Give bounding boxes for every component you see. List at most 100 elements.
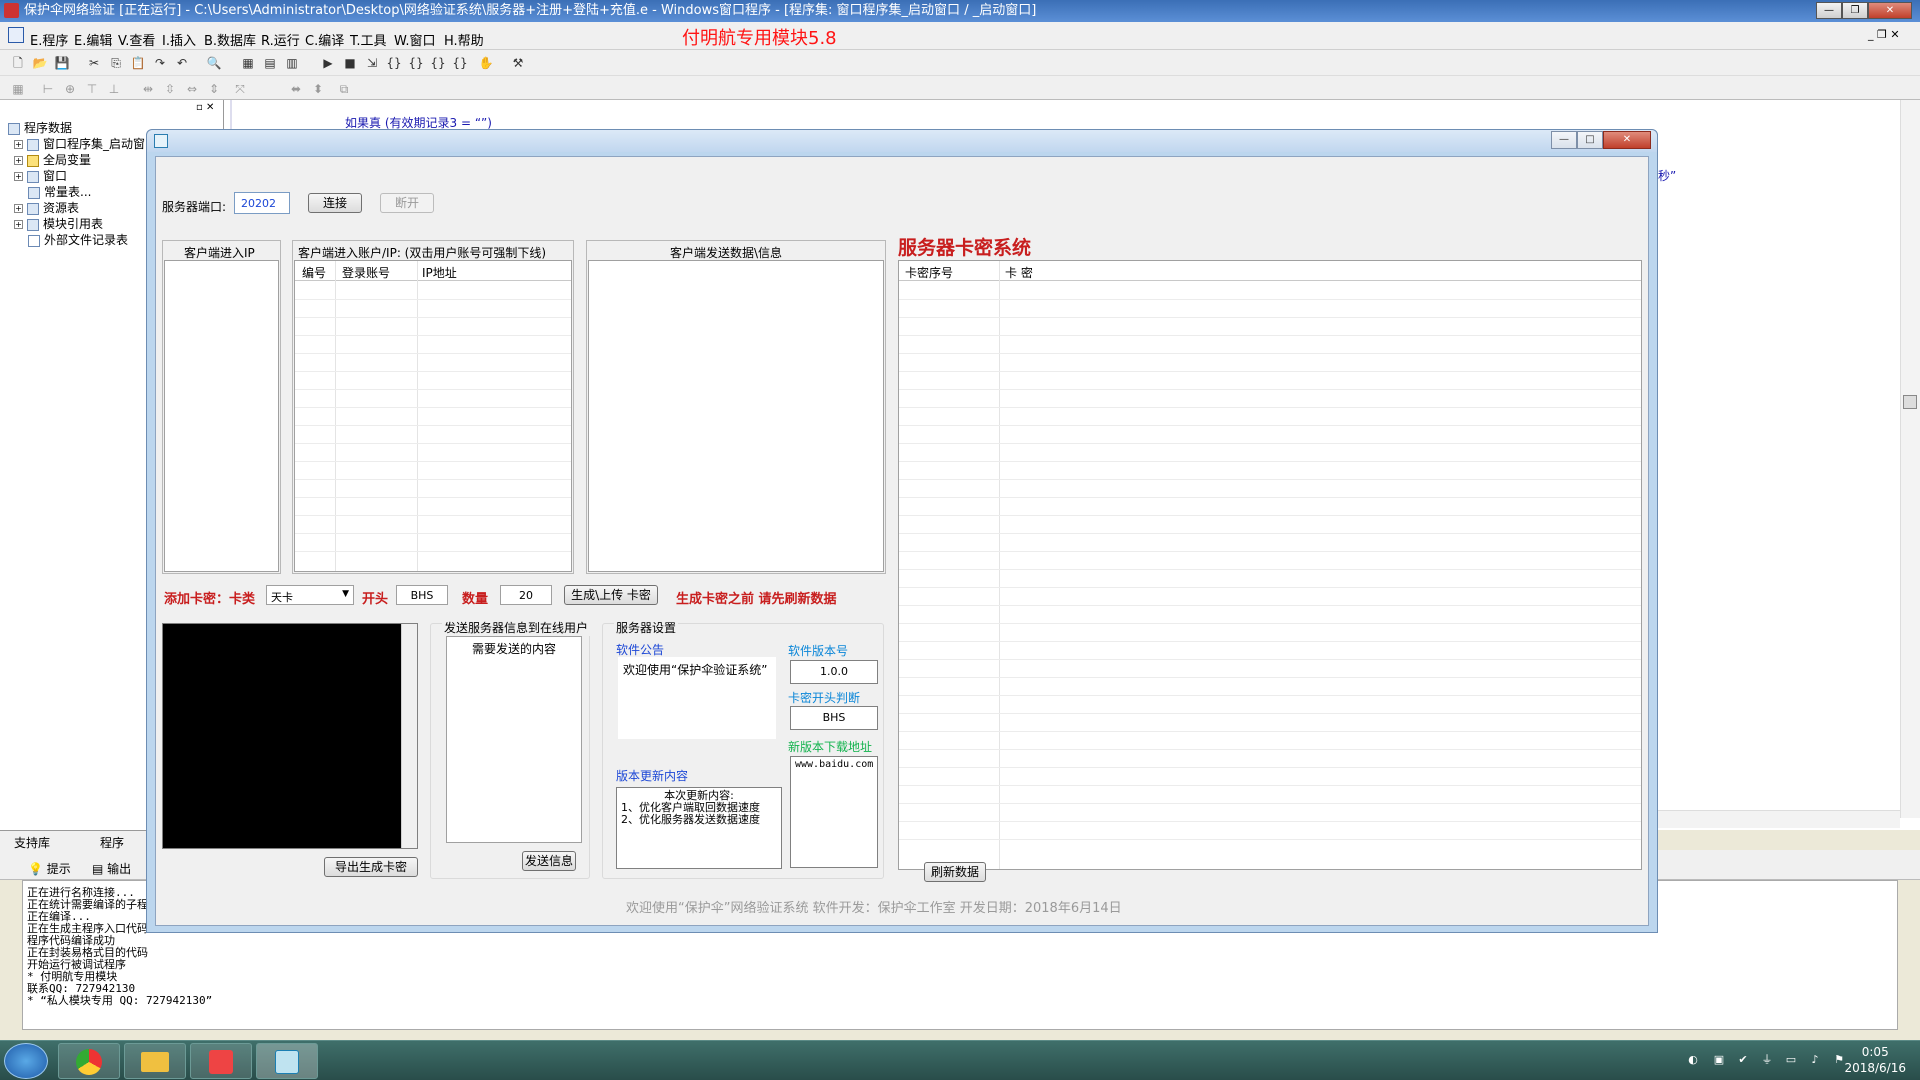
update-content-box[interactable]: 本次更新内容: 1、优化客户端取回数据速度 2、优化服务器发送数据速度 [616, 787, 782, 869]
save-icon[interactable]: 💾 [54, 55, 70, 71]
new-icon[interactable]: 🗋 [10, 55, 26, 71]
space-h-icon[interactable]: ⇹ [140, 81, 156, 97]
step-into-icon[interactable]: {} [386, 55, 402, 71]
ide-minimize-button[interactable]: — [1816, 2, 1842, 19]
col-account[interactable]: 登录账号 [342, 264, 390, 281]
taskbar-explorer[interactable] [124, 1043, 186, 1079]
menu-database[interactable]: B.数据库 [204, 30, 256, 49]
align-bottom-icon[interactable]: ⊥ [106, 81, 122, 97]
card-grid[interactable]: 卡密序号 卡 密 [898, 260, 1642, 870]
run-icon[interactable]: ▶ [320, 55, 336, 71]
ide-restore-button[interactable]: ❐ [1842, 2, 1868, 19]
menu-window[interactable]: W.窗口 [394, 30, 436, 49]
tab-output[interactable]: ▤ 输出 [92, 860, 131, 877]
prefix-input[interactable]: BHS [396, 585, 448, 605]
copy-icon[interactable]: ⎘ [108, 55, 124, 71]
align-grid-icon[interactable]: ▦ [10, 81, 26, 97]
tree-item-external-files[interactable]: 外部文件记录表 [28, 232, 128, 248]
notice-input[interactable]: 欢迎使用“保护伞验证系统” [618, 657, 776, 739]
tree-item-resources[interactable]: + 资源表 [14, 200, 79, 216]
tool-icon[interactable]: ⚒ [510, 55, 526, 71]
dialog-maximize-button[interactable]: □ [1577, 131, 1603, 149]
center-h-icon[interactable]: ⬌ [288, 81, 304, 97]
tab-program[interactable]: 程序 [100, 834, 124, 851]
client-accounts-grid[interactable]: 编号 登录账号 IP地址 [294, 260, 572, 572]
order-icon[interactable]: ⧉ [336, 81, 352, 97]
align-left-icon[interactable]: ⊢ [40, 81, 56, 97]
tree-item-constants[interactable]: 常量表... [28, 184, 91, 200]
cut-icon[interactable]: ✂ [86, 55, 102, 71]
menu-tools[interactable]: T.工具 [350, 30, 387, 49]
tree-item-modules[interactable]: + 模块引用表 [14, 216, 103, 232]
log-console[interactable] [162, 623, 418, 849]
redo-icon[interactable]: ↷ [152, 55, 168, 71]
tree-root[interactable]: 程序数据 [8, 120, 72, 136]
ide-close-button[interactable]: ✕ [1868, 2, 1912, 19]
tray-check-icon[interactable]: ✔ [1736, 1053, 1750, 1067]
clock[interactable]: 0:05 2018/6/16 [1844, 1044, 1906, 1076]
menu-help[interactable]: H.帮助 [444, 30, 484, 49]
version-input[interactable]: 1.0.0 [790, 660, 878, 684]
menu-compile[interactable]: C.编译 [305, 30, 344, 49]
tab-hint[interactable]: 💡 提示 [28, 860, 71, 877]
col-id[interactable]: 编号 [302, 264, 326, 281]
log-scrollbar[interactable] [401, 624, 417, 848]
hand-icon[interactable]: ✋ [478, 55, 494, 71]
align-top-icon[interactable]: ⊤ [84, 81, 100, 97]
client-ip-list[interactable] [164, 260, 279, 572]
align-center-icon[interactable]: ⊕ [62, 81, 78, 97]
send-message-button[interactable]: 发送信息 [522, 851, 576, 871]
breakpoint-icon[interactable]: {} [452, 55, 468, 71]
start-button[interactable] [4, 1043, 48, 1079]
editor-vertical-scrollbar[interactable] [1900, 100, 1920, 818]
paste-icon[interactable]: 📋 [130, 55, 146, 71]
disconnect-button[interactable]: 断开 [380, 193, 434, 213]
col-ip[interactable]: IP地址 [422, 264, 457, 281]
layout-icon[interactable]: ▦ [240, 55, 256, 71]
taskbar-running-app[interactable] [256, 1043, 318, 1079]
tree-item-globals[interactable]: + 全局变量 [14, 152, 91, 168]
chevron-down-icon[interactable]: ▼ [342, 589, 349, 599]
count-input[interactable]: 20 [500, 585, 552, 605]
send-message-input[interactable]: 需要发送的内容 [446, 636, 582, 843]
size-icon[interactable]: ⇔ [184, 81, 200, 97]
menu-insert[interactable]: I.插入 [162, 30, 196, 49]
panel-controls[interactable]: ▫ ✕ [196, 102, 214, 113]
card-type-select[interactable]: 天卡 ▼ [266, 585, 354, 605]
taskbar-epl-ide[interactable] [190, 1043, 252, 1079]
dialog-title-bar[interactable]: — □ ✕ [147, 130, 1657, 152]
open-icon[interactable]: 📂 [32, 55, 48, 71]
tree-item-window[interactable]: + 窗口 [14, 168, 67, 184]
tray-usb-icon[interactable]: ⏚ [1760, 1053, 1774, 1067]
mdi-controls[interactable]: _ ❐ ✕ [1868, 28, 1900, 41]
refresh-button[interactable]: 刷新数据 [924, 862, 986, 882]
dialog-minimize-button[interactable]: — [1551, 131, 1577, 149]
generate-card-button[interactable]: 生成\上传 卡密 [564, 585, 658, 605]
center-v-icon[interactable]: ⬍ [310, 81, 326, 97]
step-out-icon[interactable]: {} [430, 55, 446, 71]
taskbar-chrome[interactable] [58, 1043, 120, 1079]
menu-program[interactable]: E.程序 [30, 30, 68, 49]
tray-volume-icon[interactable]: ♪ [1808, 1053, 1822, 1067]
col-card-key[interactable]: 卡 密 [1005, 264, 1033, 281]
find-icon[interactable]: 🔍 [206, 55, 222, 71]
tray-network-icon[interactable]: ▭ [1784, 1053, 1798, 1067]
export-cards-button[interactable]: 导出生成卡密 [324, 857, 418, 877]
menu-run[interactable]: R.运行 [261, 30, 300, 49]
tray-nvidia-icon[interactable]: ▣ [1712, 1053, 1726, 1067]
tray-color-icon[interactable]: ◐ [1686, 1053, 1700, 1067]
dialog-close-button[interactable]: ✕ [1603, 131, 1651, 149]
port-input[interactable]: 20202 [234, 192, 290, 214]
download-input[interactable]: www.baidu.com [790, 756, 878, 868]
layout3-icon[interactable]: ▥ [284, 55, 300, 71]
tab-support-library[interactable]: 支持库 [14, 834, 50, 851]
scroll-thumb[interactable] [1903, 395, 1917, 409]
undo-icon[interactable]: ↶ [174, 55, 190, 71]
menu-view[interactable]: V.查看 [118, 30, 155, 49]
space-v-icon[interactable]: ⇳ [162, 81, 178, 97]
stop-icon[interactable]: ■ [342, 55, 358, 71]
step-over-icon[interactable]: {} [408, 55, 424, 71]
card-prefix-check-input[interactable]: BHS [790, 706, 878, 730]
connect-button[interactable]: 连接 [308, 193, 362, 213]
menu-edit[interactable]: E.编辑 [74, 30, 112, 49]
